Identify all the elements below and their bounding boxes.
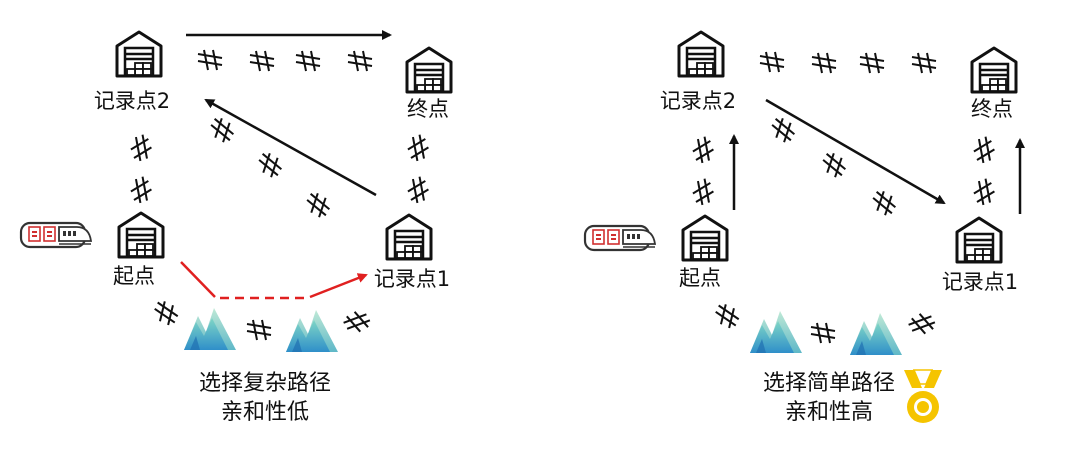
hatch-mark-icon xyxy=(403,174,433,206)
node-label-end: 终点 xyxy=(407,97,449,121)
hatch-mark-icon xyxy=(817,149,851,181)
hatch-mark-icon xyxy=(126,174,156,206)
hatch-mark-icon xyxy=(867,187,901,219)
red-path-arrow xyxy=(309,273,368,299)
warehouse-icon xyxy=(677,30,725,78)
red-path-segment xyxy=(180,261,216,298)
hatch-mark-icon xyxy=(688,176,718,208)
node-label-record1: 记录点1 xyxy=(374,267,450,291)
left-panel: 记录点2 终点 起点 记录点1 选择复杂路径 亲和性低 xyxy=(19,30,453,425)
hatch-mark-icon xyxy=(301,189,335,221)
hatch-mark-icon xyxy=(811,52,837,74)
affinity-diagram: 记录点2 终点 起点 记录点1 选择复杂路径 亲和性低 记录点2 终点 起点 记… xyxy=(19,30,1025,425)
hatch-mark-icon xyxy=(766,114,800,146)
hatch-mark-icon xyxy=(149,297,183,329)
right-panel: 记录点2 终点 起点 记录点1 选择简单路径 亲和性高 xyxy=(583,30,1025,425)
hatch-mark-icon xyxy=(249,50,275,72)
warehouse-icon xyxy=(955,216,1003,264)
hatch-mark-icon xyxy=(246,319,272,341)
hatch-mark-icon xyxy=(253,149,287,181)
path-arrow-record1-to-record2 xyxy=(204,98,377,197)
caption-line-1: 选择复杂路径 xyxy=(199,371,331,396)
hatch-mark-icon xyxy=(347,50,373,72)
warehouse-icon xyxy=(385,213,433,261)
warehouse-icon xyxy=(117,211,165,259)
hatch-mark-icon xyxy=(205,114,239,146)
caption-line-1: 选择简单路径 xyxy=(763,371,895,396)
node-label-end: 终点 xyxy=(971,97,1013,121)
hatch-mark-icon xyxy=(969,134,999,166)
warehouse-icon xyxy=(970,46,1018,94)
hatch-mark-icon xyxy=(403,132,433,164)
hatch-mark-icon xyxy=(688,134,718,166)
mountain-icon xyxy=(184,308,236,350)
mountain-icon xyxy=(750,311,802,353)
hatch-mark-icon xyxy=(859,52,885,74)
hatch-mark-icon xyxy=(905,308,939,340)
hatch-mark-icon xyxy=(810,322,836,344)
hatch-mark-icon xyxy=(710,300,744,332)
node-label-record2: 记录点2 xyxy=(94,89,170,113)
node-label-start: 起点 xyxy=(679,266,721,290)
mountain-icon xyxy=(286,310,338,352)
warehouse-icon xyxy=(115,30,163,78)
path-arrow-record2-to-record1 xyxy=(765,98,946,205)
node-label-record1: 记录点1 xyxy=(942,270,1018,294)
mountain-icon xyxy=(850,313,902,355)
caption-line-2: 亲和性高 xyxy=(785,400,873,425)
caption-line-2: 亲和性低 xyxy=(221,400,309,425)
hatch-mark-icon xyxy=(340,306,374,338)
node-label-start: 起点 xyxy=(113,264,155,288)
gold-medal-icon xyxy=(904,369,942,423)
hatch-mark-icon xyxy=(911,52,937,74)
ant-train-icon xyxy=(583,224,657,252)
hatch-mark-icon xyxy=(126,132,156,164)
ant-train-icon xyxy=(19,221,93,249)
warehouse-icon xyxy=(681,214,729,262)
hatch-mark-icon xyxy=(295,50,321,72)
hatch-mark-icon xyxy=(197,49,223,71)
hatch-mark-icon xyxy=(759,51,785,73)
node-label-record2: 记录点2 xyxy=(660,89,736,113)
hatch-mark-icon xyxy=(969,176,999,208)
warehouse-icon xyxy=(405,46,453,94)
